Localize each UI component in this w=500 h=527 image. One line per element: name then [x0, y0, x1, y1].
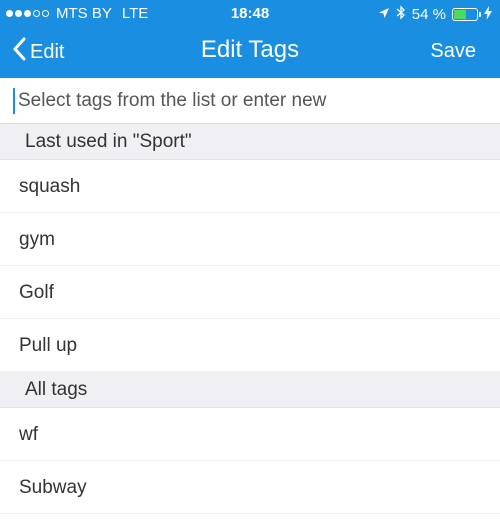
- battery-level-fill: [454, 10, 466, 19]
- tag-row[interactable]: Subway: [0, 461, 500, 514]
- section-header-all-tags: All tags: [0, 372, 500, 408]
- save-button[interactable]: Save: [430, 40, 476, 63]
- page-title: Edit Tags: [200, 36, 300, 63]
- tag-row[interactable]: gym: [0, 213, 500, 266]
- bluetooth-icon: [396, 5, 406, 24]
- location-arrow-icon: [378, 6, 390, 23]
- section-header-last-used: Last used in "Sport": [0, 124, 500, 160]
- tag-row[interactable]: squash: [0, 160, 500, 213]
- tag-input-row: [0, 78, 500, 124]
- tag-row[interactable]: Golf: [0, 266, 500, 319]
- tag-row[interactable]: wf: [0, 408, 500, 461]
- battery-tip: [479, 12, 481, 17]
- status-bar: MTS BY LTE 18:48 54 %: [0, 0, 500, 28]
- tag-search-input[interactable]: [12, 86, 492, 116]
- battery-percent: 54 %: [411, 6, 446, 23]
- tag-row[interactable]: Pull up: [0, 319, 500, 372]
- navigation-bar: Edit Edit Tags Save: [0, 28, 500, 78]
- battery-icon: [452, 8, 481, 21]
- status-right: 54 %: [378, 5, 492, 24]
- charging-bolt-icon: [484, 5, 492, 24]
